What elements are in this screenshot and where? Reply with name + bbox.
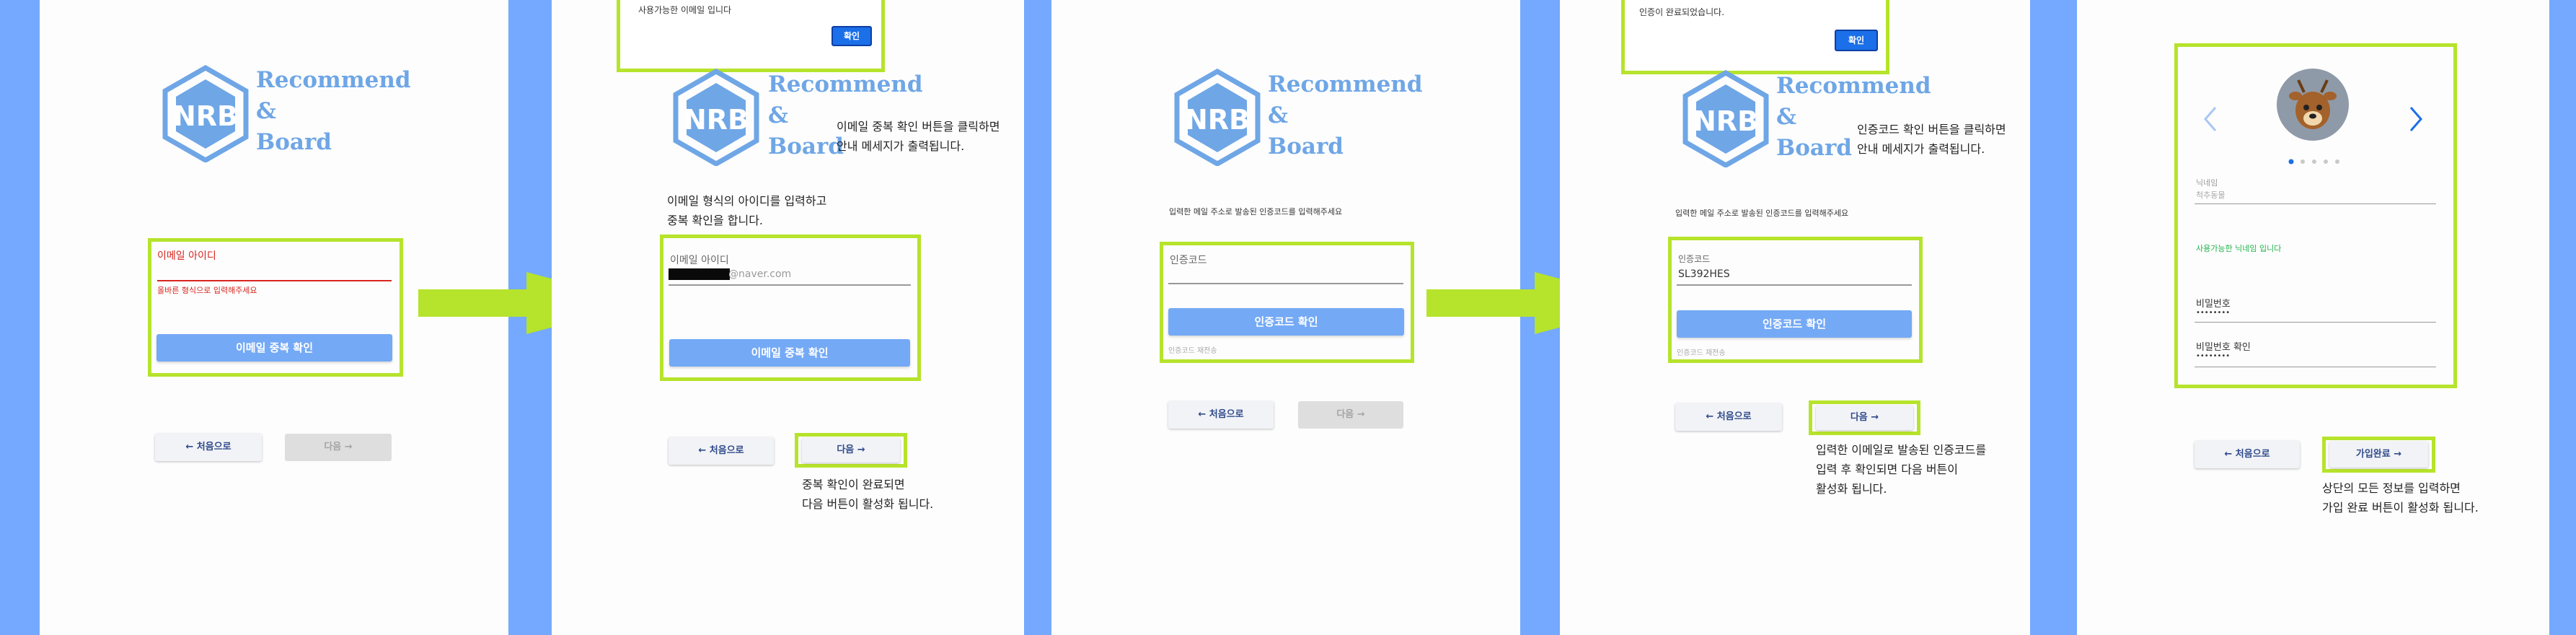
password-confirm-value: ••••••••: [2196, 352, 2231, 360]
logo-line-1: Recommend: [768, 71, 923, 97]
logo-line-1: Recommend: [1776, 73, 1931, 99]
logo-icon: NRB: [673, 69, 759, 166]
logo-line-1: Recommend: [1268, 71, 1423, 97]
svg-text:NRB: NRB: [684, 104, 749, 136]
signup-complete-button[interactable]: 가입완료 →: [2329, 442, 2428, 468]
home-button[interactable]: ← 처음으로: [1675, 403, 1782, 431]
logo-line-2: &: [1268, 102, 1288, 128]
dialog: 사용가능한 이메일 입니다 확인: [624, 0, 878, 58]
home-button[interactable]: ← 처음으로: [669, 437, 774, 465]
redacted-email: [669, 268, 730, 280]
carousel-dots: [2288, 154, 2346, 165]
carousel-next-icon[interactable]: [2405, 105, 2427, 133]
svg-text:NRB: NRB: [173, 100, 238, 132]
logo-icon: NRB: [162, 65, 249, 162]
logo-text: Recommend & Board: [256, 65, 411, 158]
logo-line-2: &: [256, 98, 276, 124]
dialog-ok-button[interactable]: 확인: [832, 26, 872, 46]
verify-code-button[interactable]: 인증코드 확인: [1168, 308, 1404, 336]
home-button[interactable]: ← 처음으로: [155, 434, 262, 461]
next-button[interactable]: 다음 →: [802, 438, 900, 463]
avatar: [2277, 69, 2349, 141]
svg-text:NRB: NRB: [1185, 104, 1250, 136]
password-label: 비밀번호: [2196, 299, 2231, 310]
note-next-enabled: 중복 확인이 완료되면 다음 버튼이 활성화 됩니다.: [802, 478, 934, 511]
password-confirm-label: 비밀번호 확인: [2196, 342, 2251, 353]
nickname-label: 닉네임: [2196, 178, 2218, 188]
dialog: 인증이 완료되었습니다. 확인: [1628, 0, 1882, 61]
resend-code-link[interactable]: 인증코드 재전송: [1168, 344, 1217, 355]
logo-line-3: Board: [256, 129, 332, 155]
logo-line-3: Board: [1268, 133, 1344, 159]
code-value: SL392HES: [1678, 268, 1730, 280]
email-check-button[interactable]: 이메일 중복 확인: [156, 334, 392, 362]
dialog-ok-button[interactable]: 확인: [1835, 30, 1878, 51]
email-error: 올바른 형식으로 입력해주세요: [157, 286, 257, 295]
panel-code-verified: 인증이 완료되었습니다. 확인 NRB Recommend & Board 인증…: [1560, 0, 2030, 635]
svg-text:NRB: NRB: [1693, 105, 1758, 137]
next-button-disabled[interactable]: 다음 →: [285, 434, 392, 461]
nickname-value: 척추동물: [2196, 190, 2226, 200]
password-value: ••••••••: [2196, 309, 2231, 317]
code-label: 인증코드: [1678, 254, 1711, 264]
email-label: 이메일 아이디: [670, 255, 729, 266]
email-field[interactable]: [669, 284, 911, 286]
panel-profile: 닉네임 척추동물 사용가능한 닉네임 입니다 비밀번호 •••••••• 비밀번…: [2077, 0, 2549, 635]
instruction-text: 입력한 메일 주소로 발송된 인증코드를 입력해주세요: [1169, 207, 1343, 216]
logo-icon: NRB: [1174, 69, 1261, 166]
note-next-enabled: 입력한 이메일로 발송된 인증코드를 입력 후 확인되면 다음 버튼이 활성화 …: [1816, 443, 1987, 496]
nickname-field[interactable]: [2195, 203, 2436, 204]
panel-email-checked: 사용가능한 이메일 입니다 확인 NRB Recommend & Board 이…: [552, 0, 1024, 635]
email-field[interactable]: [157, 280, 392, 281]
code-field[interactable]: [1677, 284, 1912, 286]
logo-text: Recommend & Board: [1268, 69, 1423, 162]
next-button-disabled[interactable]: 다음 →: [1298, 401, 1403, 429]
resend-code-link[interactable]: 인증코드 재전송: [1677, 346, 1726, 357]
email-check-button[interactable]: 이메일 중복 확인: [669, 339, 910, 367]
nickname-ok-text: 사용가능한 닉네임 입니다: [2196, 244, 2282, 253]
instruction-text: 입력한 메일 주소로 발송된 인증코드를 입력해주세요: [1675, 209, 1849, 218]
dialog-message: 인증이 완료되었습니다.: [1639, 7, 1725, 17]
deer-avatar-icon: [2289, 79, 2337, 129]
logo-line-1: Recommend: [256, 67, 411, 93]
home-button[interactable]: ← 처음으로: [1168, 401, 1274, 429]
code-label: 인증코드: [1170, 255, 1207, 266]
home-button[interactable]: ← 처음으로: [2195, 441, 2300, 468]
intro-text: 이메일 형식의 아이디를 입력하고 중복 확인을 합니다.: [667, 194, 827, 227]
code-field[interactable]: [1168, 283, 1403, 284]
email-label: 이메일 아이디: [157, 250, 216, 262]
dialog-message: 사용가능한 이메일 입니다: [638, 5, 732, 15]
next-button[interactable]: 다음 →: [1816, 406, 1913, 430]
verify-code-button[interactable]: 인증코드 확인: [1677, 310, 1912, 338]
callout-dialog: 이메일 중복 확인 버튼을 클릭하면 안내 메세지가 출력됩니다.: [837, 120, 1000, 153]
password-field[interactable]: [2195, 322, 2436, 323]
carousel-prev-icon[interactable]: [2200, 105, 2221, 133]
email-value: @naver.com: [728, 268, 792, 280]
logo-icon: NRB: [1682, 70, 1769, 167]
note-signup-enabled: 상단의 모든 정보를 입력하면 가입 완료 버튼이 활성화 됩니다.: [2322, 481, 2479, 514]
callout-dialog: 인증코드 확인 버튼을 클릭하면 안내 메세지가 출력됩니다.: [1857, 123, 2006, 156]
